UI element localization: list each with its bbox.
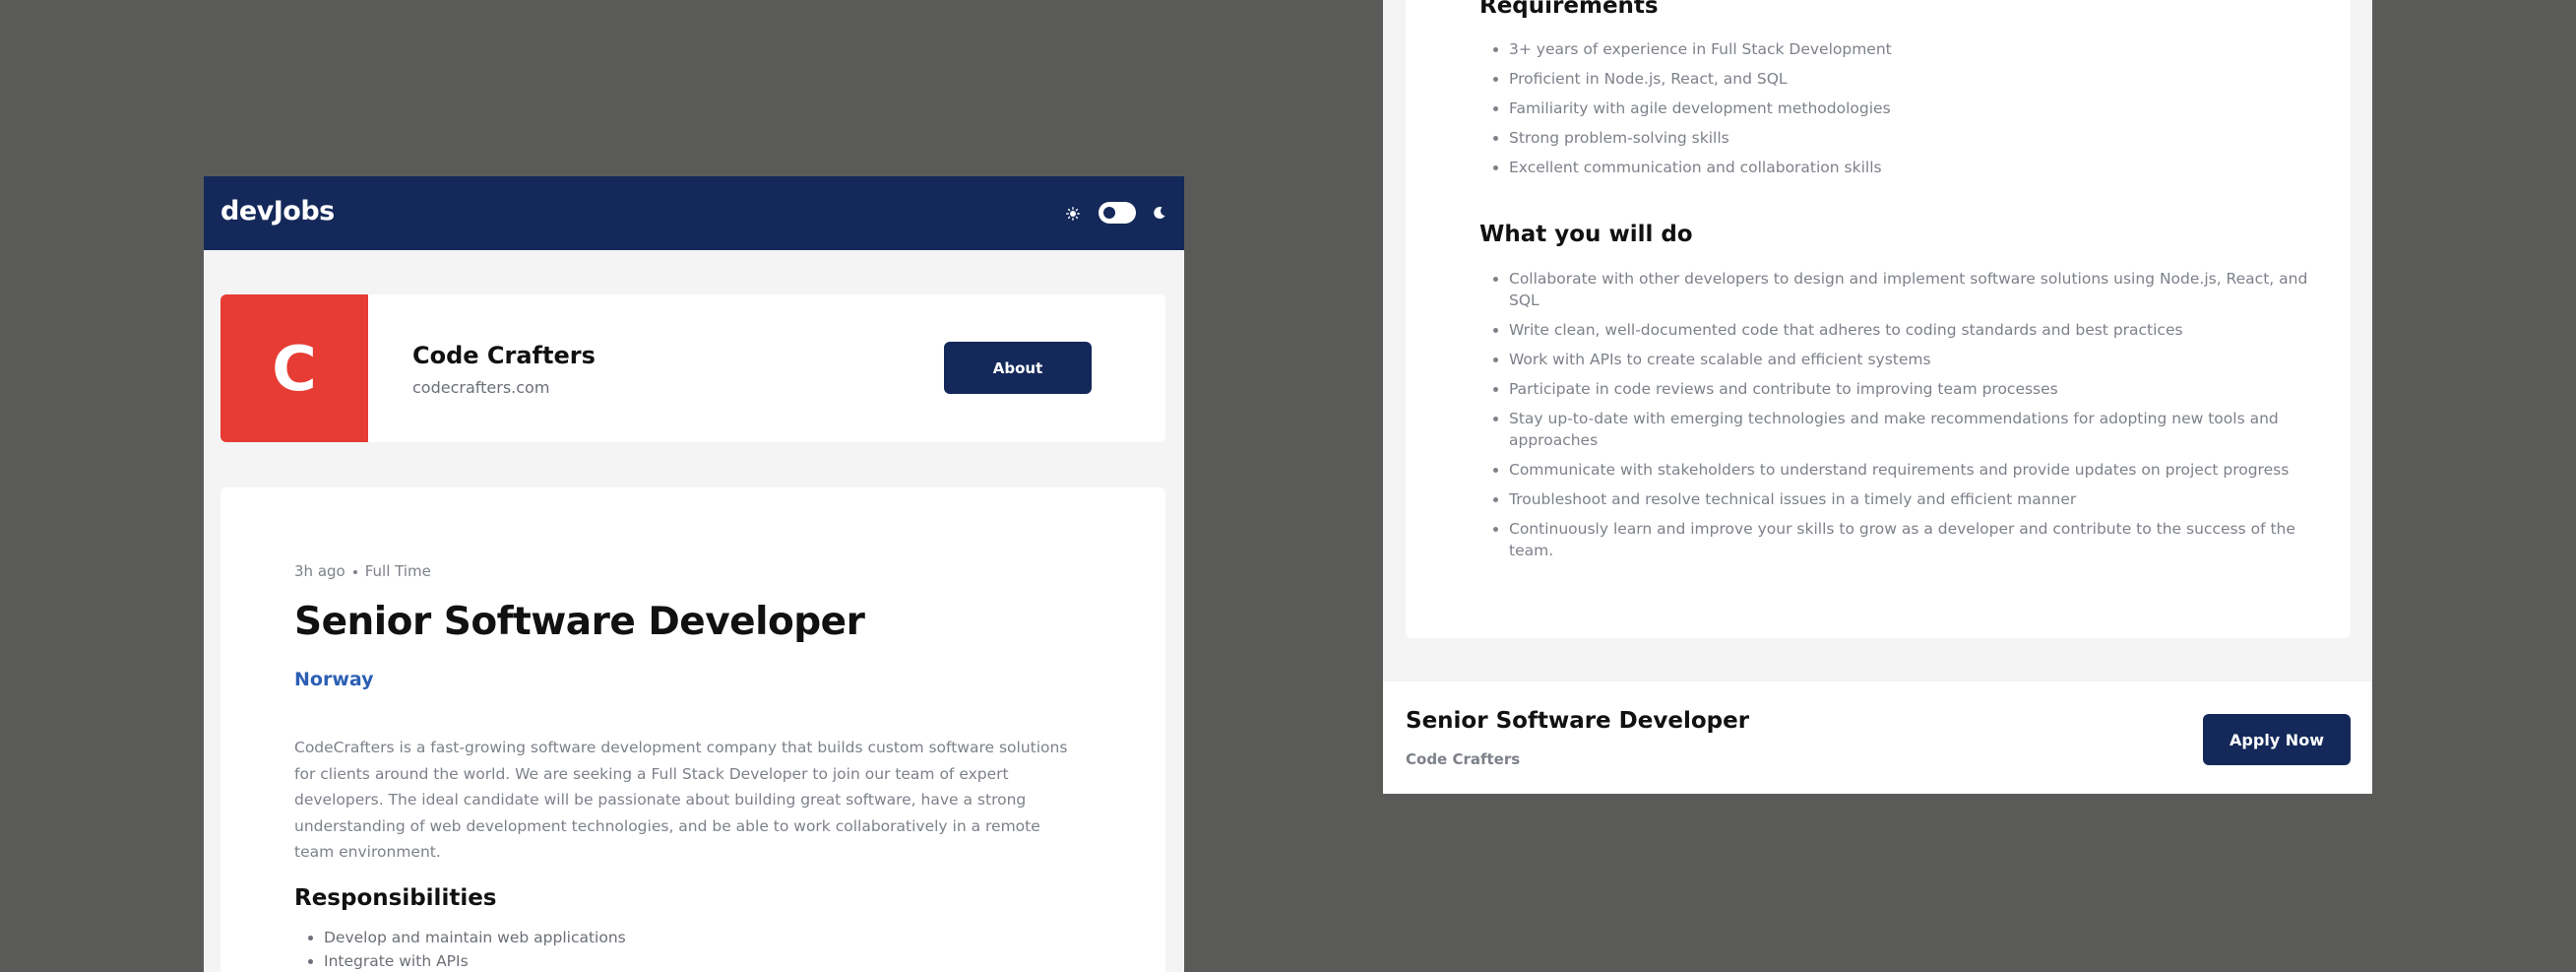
requirements-list: 3+ years of experience in Full Stack Dev…	[1479, 34, 2316, 182]
list-item: 3+ years of experience in Full Stack Dev…	[1509, 34, 2316, 64]
what-you-do-heading: What you will do	[1479, 222, 1693, 247]
company-logo: C	[220, 294, 368, 442]
job-type: Full Time	[364, 562, 431, 580]
responsibilities-heading: Responsibilities	[294, 885, 497, 911]
about-button[interactable]: About	[944, 342, 1092, 394]
app-header: devJobs	[204, 176, 1184, 250]
requirements-heading: Requirements	[1479, 0, 1659, 19]
company-card: C Code Crafters codecrafters.com About	[220, 294, 1165, 442]
job-description: CodeCrafters is a fast-growing software …	[294, 739, 1068, 861]
job-card: 3h ago Full Time Senior Software Develope…	[220, 487, 1165, 972]
company-website[interactable]: codecrafters.com	[412, 378, 549, 397]
list-item: Write clean, well-documented code that a…	[1509, 319, 2316, 341]
what-you-do-list: Collaborate with other developers to des…	[1479, 268, 2316, 569]
list-item: Integrate with APIs	[324, 949, 626, 972]
requirements-card: Requirements 3+ years of experience in F…	[1406, 0, 2351, 638]
list-item: Proficient in Node.js, React, and SQL	[1509, 64, 2316, 94]
job-detail-view: devJobs C Code Crafters codecrafters.com…	[204, 176, 1184, 972]
responsibilities-list: Develop and maintain web applications In…	[294, 926, 626, 972]
meta-separator	[352, 569, 357, 574]
footer-job-title: Senior Software Developer	[1406, 708, 1750, 734]
list-item: Continuously learn and improve your skil…	[1509, 518, 2316, 561]
moon-icon	[1154, 207, 1165, 220]
list-item: Strong problem-solving skills	[1509, 123, 2316, 153]
apply-now-button[interactable]: Apply Now	[2203, 714, 2351, 765]
list-item: Communicate with stakeholders to underst…	[1509, 459, 2316, 481]
posted-time: 3h ago	[294, 562, 346, 580]
list-item: Stay up-to-date with emerging technologi…	[1509, 408, 2316, 451]
job-detail-view-scrolled: Requirements 3+ years of experience in F…	[1383, 0, 2372, 794]
app-logo[interactable]: devJobs	[220, 196, 335, 227]
sun-icon	[1066, 207, 1080, 221]
list-item: Excellent communication and collaboratio…	[1509, 153, 2316, 182]
job-meta: 3h ago Full Time	[294, 562, 431, 580]
list-item: Work with APIs to create scalable and ef…	[1509, 349, 2316, 370]
theme-toggle[interactable]	[1099, 202, 1136, 224]
job-title: Senior Software Developer	[294, 600, 865, 644]
apply-footer: Senior Software Developer Code Crafters …	[1383, 681, 2372, 794]
list-item: Participate in code reviews and contribu…	[1509, 378, 2316, 400]
list-item: Troubleshoot and resolve technical issue…	[1509, 488, 2316, 510]
job-location: Norway	[294, 669, 374, 690]
list-item: Familiarity with agile development metho…	[1509, 94, 2316, 123]
theme-toggle-knob	[1103, 207, 1115, 219]
list-item: Develop and maintain web applications	[324, 926, 626, 949]
list-item: Collaborate with other developers to des…	[1509, 268, 2316, 311]
footer-company-name: Code Crafters	[1406, 750, 1521, 768]
company-name: Code Crafters	[412, 342, 596, 369]
